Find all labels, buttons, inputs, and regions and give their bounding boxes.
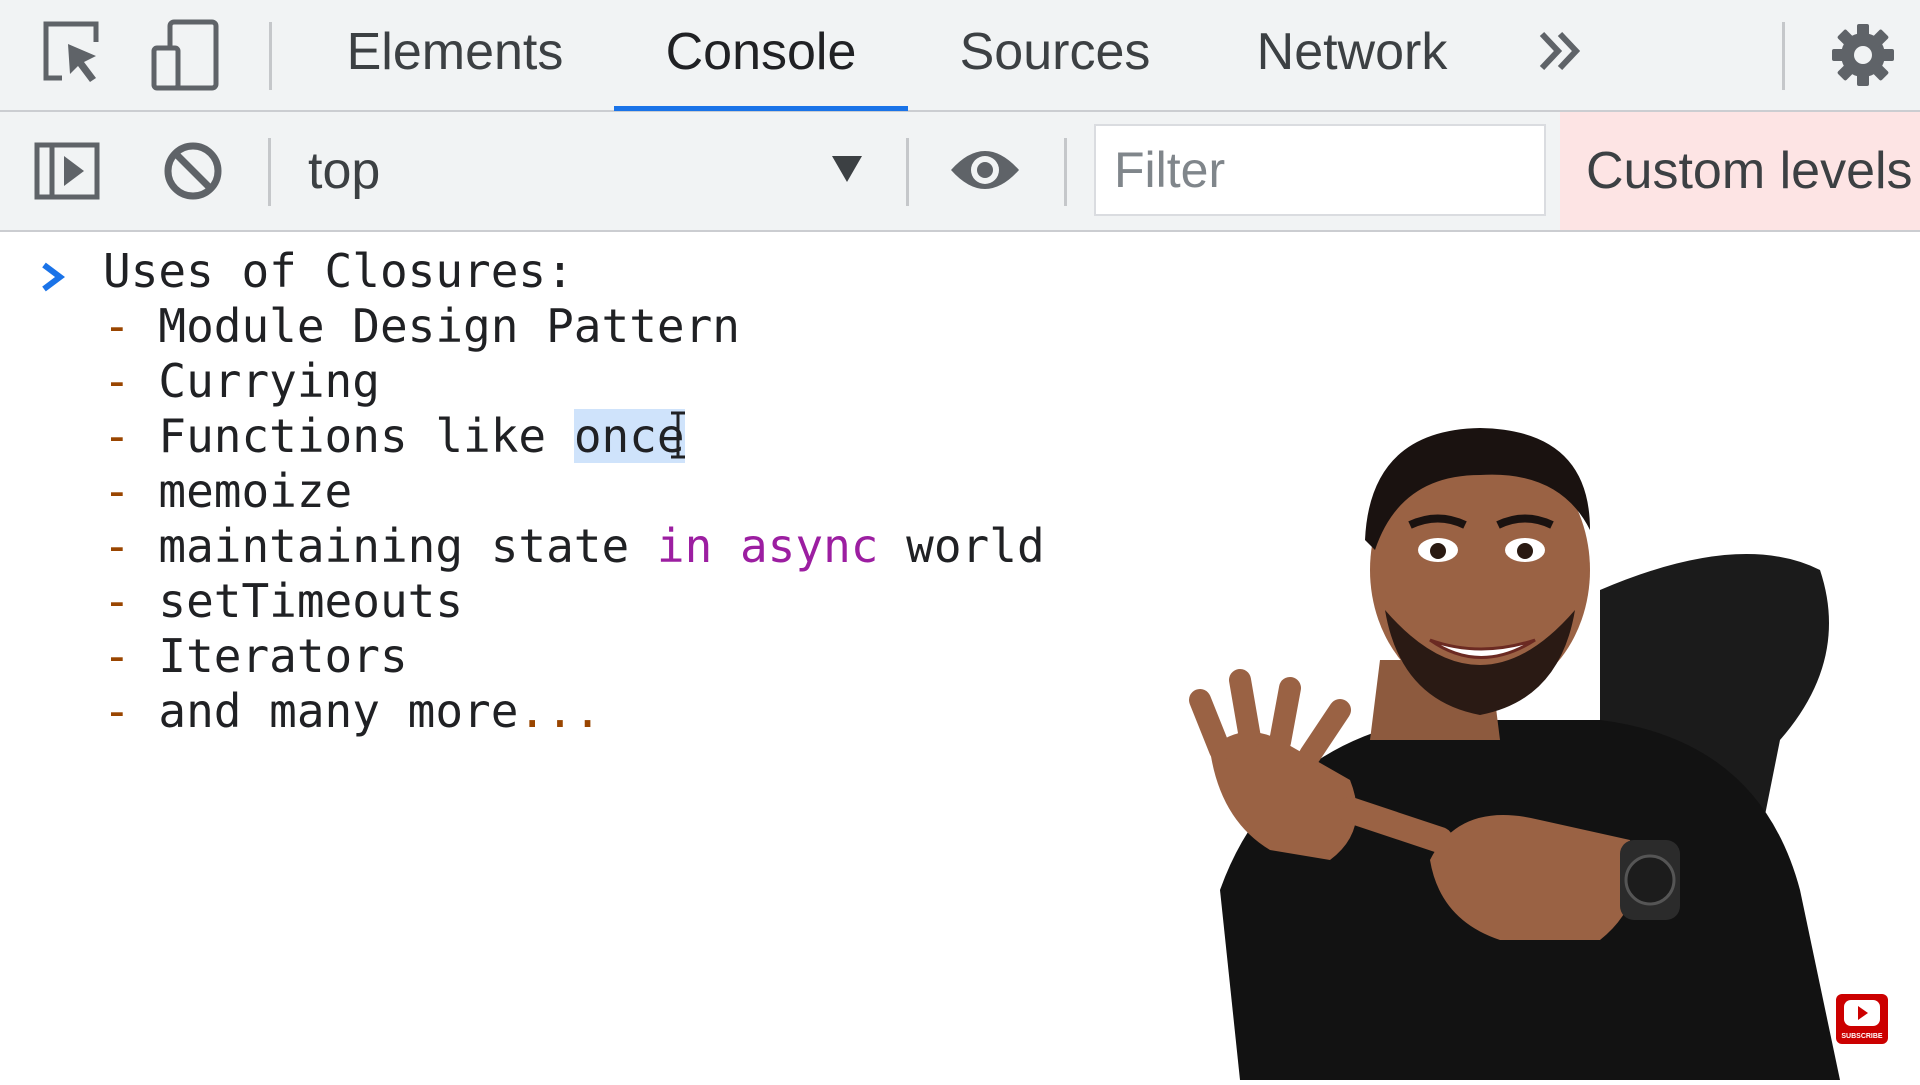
presenter-video-overlay: [1180, 420, 1920, 1085]
list-item: - Functions like once: [103, 409, 685, 463]
list-item: - memoize: [103, 464, 353, 518]
keyword-token: async: [739, 519, 879, 573]
list-item: - setTimeouts: [103, 574, 464, 628]
toolbar-divider: [906, 138, 909, 206]
subscribe-button[interactable]: SUBSCRIBE: [1834, 992, 1890, 1046]
tab-elements[interactable]: Elements: [330, 0, 580, 110]
double-chevron-icon[interactable]: [1536, 24, 1582, 91]
live-expression-eye-icon[interactable]: [948, 142, 1022, 203]
clear-console-icon[interactable]: [162, 140, 224, 207]
youtube-subscribe-icon: SUBSCRIBE: [1836, 994, 1888, 1044]
toolbar-divider: [268, 138, 271, 206]
tab-network[interactable]: Network: [1232, 0, 1472, 110]
text-cursor-icon: [668, 410, 688, 471]
tab-bar-divider: [1782, 22, 1785, 90]
filter-input[interactable]: [1094, 124, 1546, 216]
ellipsis-token: ...: [518, 684, 602, 738]
console-toolbar: top Custom levels: [0, 112, 1920, 232]
list-item: - Module Design Pattern: [103, 299, 740, 353]
list-item: - Currying: [103, 354, 380, 408]
keyword-token: in: [656, 519, 713, 573]
tab-console[interactable]: Console: [614, 0, 908, 110]
device-toolbar-icon[interactable]: [150, 18, 222, 97]
toolbar-divider: [1064, 138, 1067, 206]
devtools-tab-bar: Elements Console Sources Network: [0, 0, 1920, 112]
gear-icon[interactable]: [1830, 22, 1896, 93]
inspect-element-icon[interactable]: [40, 18, 104, 93]
list-item: - Iterators: [103, 629, 408, 683]
subscribe-label: SUBSCRIBE: [1841, 1033, 1883, 1040]
context-selector[interactable]: top: [308, 112, 380, 230]
tab-sources[interactable]: Sources: [940, 0, 1170, 110]
active-tab-indicator: [614, 106, 908, 111]
sidebar-toggle-icon[interactable]: [34, 142, 100, 205]
list-item: - and many more...: [103, 684, 602, 738]
dropdown-arrow-icon[interactable]: [830, 154, 864, 189]
list-item: - maintaining state in async world: [103, 519, 1045, 573]
tab-bar-divider: [269, 22, 272, 90]
console-heading: Uses of Closures:: [103, 244, 574, 298]
log-levels-dropdown[interactable]: Custom levels: [1560, 112, 1920, 230]
chevron-right-icon: [38, 254, 68, 308]
